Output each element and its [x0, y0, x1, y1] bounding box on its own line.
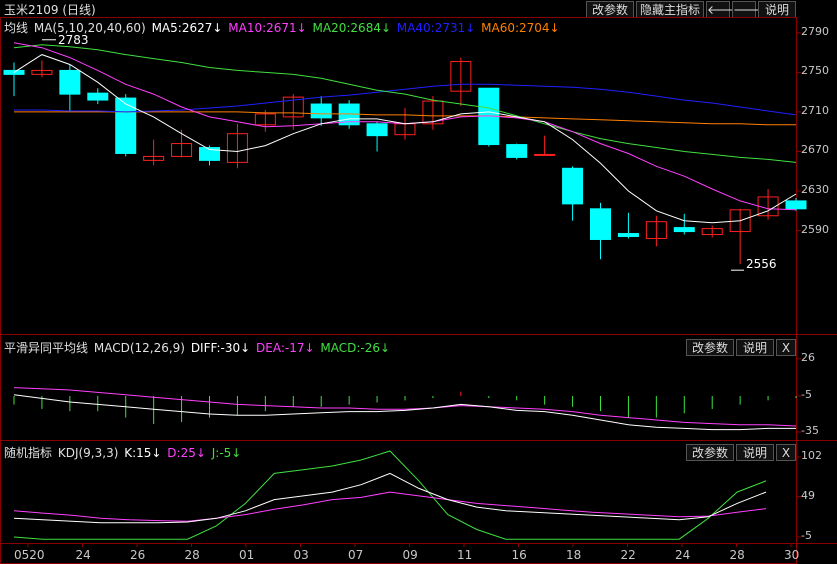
d-line [13, 491, 767, 522]
candle-body [87, 92, 109, 101]
candle-body [310, 103, 332, 119]
candle-body [673, 227, 695, 233]
main-y-tick: 2590 [801, 222, 829, 236]
main-y-tick: 2750 [801, 64, 829, 78]
main-y-tick: 2670 [801, 143, 829, 157]
x-tick-label: 0520 [14, 548, 45, 562]
x-tick-label: 07 [348, 548, 364, 562]
macd-y-tick: -35 [801, 424, 819, 437]
x-tick-label: 30 [784, 548, 800, 562]
candle-body [562, 167, 584, 205]
x-tick-label: 24 [675, 548, 691, 562]
j-line [13, 450, 767, 540]
main-y-tick: 2790 [801, 24, 829, 38]
candle-body [590, 208, 611, 240]
kdj-y-tick: -5 [801, 529, 812, 542]
candle-body [617, 233, 639, 238]
x-tick-label: 11 [457, 548, 473, 562]
x-tick-label: 01 [239, 548, 255, 562]
kdj-y-tick: 102 [801, 449, 822, 462]
kdj-y-tick: 49 [801, 488, 815, 502]
x-tick-label: 28 [729, 548, 745, 562]
candlestick-chart[interactable]: 2783 2556 [0, 0, 837, 564]
x-tick-label: 22 [620, 548, 636, 562]
main-y-tick: 2630 [801, 183, 829, 197]
candle-body [506, 144, 528, 158]
candle-body [785, 200, 807, 210]
main-y-tick: 2710 [801, 103, 829, 117]
x-tick-label: 24 [75, 548, 91, 562]
high-annotation: 2783 [58, 33, 89, 47]
x-tick-label: 03 [293, 548, 309, 562]
candle-body [59, 69, 81, 95]
x-tick-label: 26 [130, 548, 146, 562]
x-tick-label: 18 [566, 548, 582, 562]
candle-body [534, 153, 556, 156]
candle-body [115, 97, 137, 154]
macd-y-tick: 26 [801, 350, 815, 364]
x-tick-label: 28 [184, 548, 200, 562]
low-annotation: 2556 [746, 257, 777, 271]
x-tick-label: 16 [511, 548, 527, 562]
macd-y-tick: -5 [801, 388, 812, 401]
x-tick-label: 09 [402, 548, 418, 562]
candle-body [366, 123, 388, 137]
